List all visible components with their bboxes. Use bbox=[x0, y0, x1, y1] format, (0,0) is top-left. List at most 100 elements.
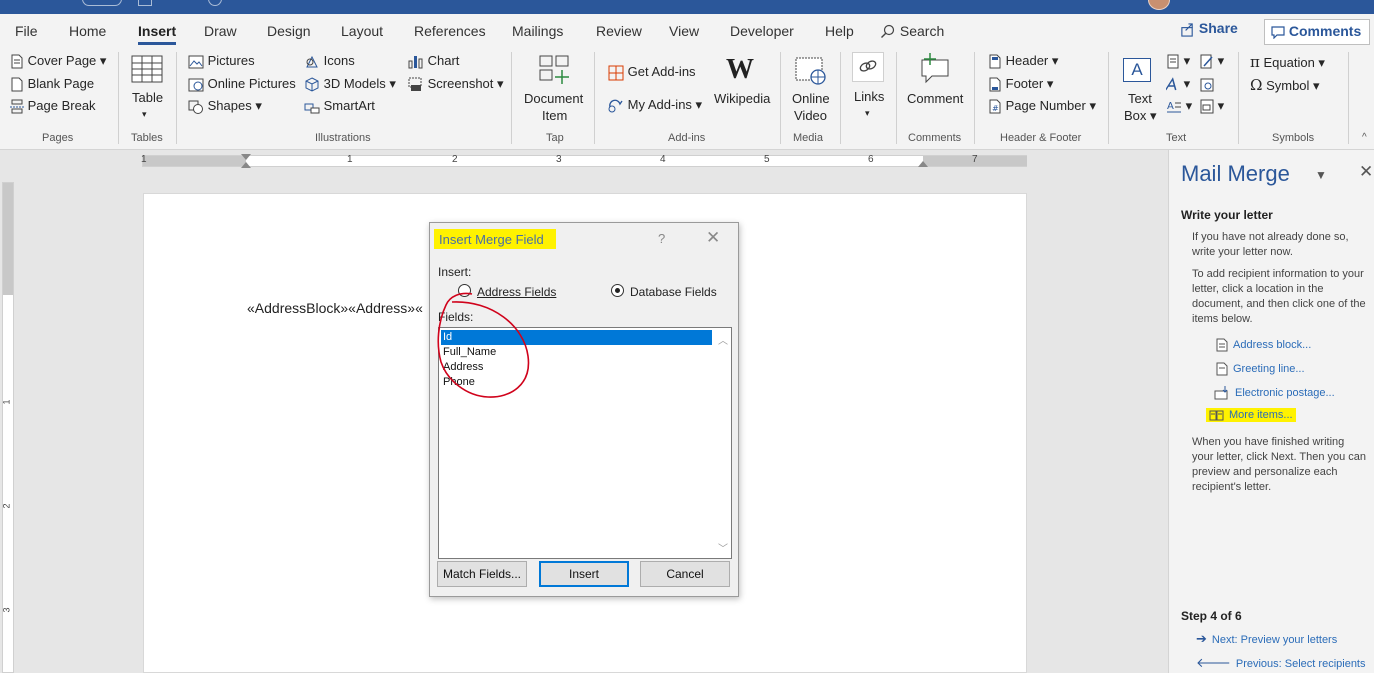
symbol-button[interactable]: Ω Symbol ▾ bbox=[1250, 76, 1320, 94]
drop-cap-button[interactable]: A ▾ bbox=[1166, 98, 1192, 114]
signature-line-button[interactable]: ▾ bbox=[1200, 53, 1224, 69]
previous-step-link[interactable]: 🡐 Previous: Select recipients bbox=[1196, 655, 1366, 671]
chart-button[interactable]: Chart bbox=[408, 53, 459, 69]
redo-icon[interactable] bbox=[208, 0, 222, 6]
object-button[interactable]: ▾ bbox=[1200, 98, 1224, 114]
ruler-number: 6 bbox=[868, 154, 874, 165]
address-block-link[interactable]: Address block... bbox=[1216, 338, 1311, 352]
screenshot-button[interactable]: Screenshot ▾ bbox=[408, 76, 504, 92]
share-button[interactable]: Share bbox=[1180, 20, 1238, 44]
links-button[interactable]: Links ▾ bbox=[848, 52, 888, 124]
user-avatar[interactable] bbox=[1148, 0, 1170, 10]
collapse-ribbon-icon[interactable]: ^ bbox=[1362, 132, 1367, 143]
listbox-scrollbar[interactable]: ︿ ﹀ bbox=[713, 328, 731, 558]
wordart-button[interactable]: ▾ bbox=[1166, 76, 1190, 92]
tab-help[interactable]: Help bbox=[825, 23, 854, 39]
fields-listbox[interactable]: Id Full_Name Address Phone ︿ ﹀ bbox=[438, 327, 732, 559]
vertical-ruler[interactable]: 1 2 3 bbox=[2, 182, 14, 673]
page-number-button[interactable]: # Page Number ▾ bbox=[988, 98, 1096, 114]
scroll-down-icon[interactable]: ﹀ bbox=[718, 540, 728, 555]
tab-home[interactable]: Home bbox=[69, 23, 106, 39]
store-icon bbox=[608, 65, 624, 81]
list-item-full-name[interactable]: Full_Name bbox=[441, 345, 712, 360]
my-addins-button[interactable]: My Add-ins ▾ bbox=[608, 97, 702, 113]
tab-review[interactable]: Review bbox=[596, 23, 642, 39]
list-item-id[interactable]: Id bbox=[441, 330, 712, 345]
pane-options-icon[interactable]: ▼ bbox=[1315, 168, 1327, 182]
next-step-link[interactable]: ➔ Next: Preview your letters bbox=[1196, 631, 1337, 647]
more-items-link[interactable]: More items... bbox=[1206, 408, 1296, 422]
3d-models-label: 3D Models bbox=[323, 76, 386, 91]
tab-layout[interactable]: Layout bbox=[341, 23, 383, 39]
tab-file[interactable]: File bbox=[15, 23, 38, 39]
illustrations-group-label: Illustrations bbox=[315, 132, 371, 144]
get-addins-button[interactable]: Get Add-ins bbox=[608, 64, 696, 81]
tab-developer[interactable]: Developer bbox=[730, 23, 794, 39]
more-items-highlight: More items... bbox=[1206, 408, 1296, 422]
electronic-postage-link[interactable]: Electronic postage... bbox=[1214, 386, 1335, 400]
list-item-address[interactable]: Address bbox=[441, 360, 712, 375]
tab-insert[interactable]: Insert bbox=[138, 23, 177, 45]
text-box-word: Box bbox=[1124, 108, 1147, 123]
page-break-button[interactable]: Page Break bbox=[10, 98, 96, 114]
online-video-button[interactable]: Online Video bbox=[788, 56, 834, 126]
address-fields-radio[interactable] bbox=[458, 284, 471, 297]
address-fields-label[interactable]: Address Fields bbox=[477, 285, 556, 299]
icons-button[interactable]: Icons bbox=[304, 53, 355, 69]
table-button[interactable]: Table ▾ bbox=[130, 54, 166, 124]
close-icon[interactable]: ✕ bbox=[1359, 162, 1373, 182]
title-bar bbox=[0, 0, 1374, 14]
wikipedia-button[interactable]: W Wikipedia bbox=[712, 54, 772, 114]
right-indent-marker[interactable] bbox=[918, 161, 928, 167]
3d-models-button[interactable]: 3D Models ▾ bbox=[304, 76, 396, 92]
cover-page-button[interactable]: Cover Page ▾ bbox=[10, 53, 106, 69]
insert-merge-field-dialog: Insert Merge Field ? ✕ Insert: Address F… bbox=[429, 222, 739, 597]
merge-field-text[interactable]: «AddressBlock»«Address»« bbox=[247, 300, 423, 316]
tab-design[interactable]: Design bbox=[267, 23, 311, 39]
page-break-icon bbox=[10, 99, 24, 114]
tab-references[interactable]: References bbox=[414, 23, 486, 39]
blank-page-button[interactable]: Blank Page bbox=[10, 76, 94, 92]
database-fields-radio[interactable] bbox=[611, 284, 624, 297]
scroll-up-icon[interactable]: ︿ bbox=[718, 332, 728, 347]
header-button[interactable]: Header ▾ bbox=[988, 53, 1058, 69]
database-fields-label[interactable]: Database Fields bbox=[630, 285, 717, 299]
tab-mailings[interactable]: Mailings bbox=[512, 23, 563, 39]
pictures-button[interactable]: Pictures bbox=[188, 53, 255, 69]
match-fields-button[interactable]: Match Fields... bbox=[437, 561, 527, 587]
omega-icon: Ω bbox=[1250, 76, 1263, 94]
new-comment-button[interactable]: Comment bbox=[904, 52, 968, 124]
tab-draw[interactable]: Draw bbox=[204, 23, 237, 39]
search-box[interactable]: Search bbox=[880, 23, 944, 40]
vruler-number: 1 bbox=[1, 399, 12, 405]
cancel-button[interactable]: Cancel bbox=[640, 561, 730, 587]
smartart-button[interactable]: SmartArt bbox=[304, 98, 375, 114]
list-item-phone[interactable]: Phone bbox=[441, 375, 712, 390]
text-box-button[interactable]: A Text Box ▾ bbox=[1118, 54, 1158, 126]
autosave-toggle[interactable] bbox=[82, 0, 122, 6]
insert-label: Insert: bbox=[438, 265, 472, 279]
equation-button[interactable]: π Equation ▾ bbox=[1250, 53, 1325, 71]
footer-button[interactable]: Footer ▾ bbox=[988, 76, 1053, 92]
help-button[interactable]: ? bbox=[658, 231, 665, 246]
date-time-button[interactable] bbox=[1200, 76, 1214, 92]
page-break-label: Page Break bbox=[27, 98, 96, 113]
save-icon[interactable] bbox=[138, 0, 152, 6]
vruler-top-margin bbox=[3, 183, 13, 295]
tab-view[interactable]: View bbox=[669, 23, 699, 39]
separator bbox=[1238, 52, 1239, 144]
icons-label: Icons bbox=[323, 53, 355, 68]
left-indent-marker[interactable] bbox=[241, 162, 251, 168]
quick-parts-button[interactable]: ▾ bbox=[1166, 53, 1190, 69]
online-pictures-button[interactable]: Online Pictures bbox=[188, 76, 296, 92]
vruler-number: 3 bbox=[1, 607, 12, 613]
shapes-button[interactable]: Shapes ▾ bbox=[188, 98, 262, 114]
comments-button[interactable]: Comments bbox=[1264, 19, 1370, 45]
close-icon[interactable]: ✕ bbox=[706, 228, 720, 248]
table-dropdown-icon: ▾ bbox=[142, 109, 147, 119]
greeting-line-link[interactable]: Greeting line... bbox=[1216, 362, 1305, 376]
horizontal-ruler[interactable]: 1 1 2 3 4 5 6 7 bbox=[141, 154, 1027, 168]
insert-button[interactable]: Insert bbox=[539, 561, 629, 587]
first-line-indent-marker[interactable] bbox=[241, 154, 251, 160]
document-item-button[interactable]: Document Item bbox=[522, 54, 588, 126]
